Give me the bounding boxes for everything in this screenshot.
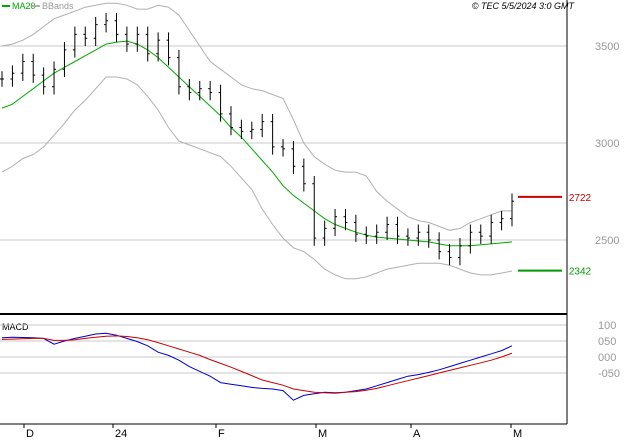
x-tick-label: 24 (115, 428, 127, 440)
stock-chart: MA20 BBands © TEC 5/5/2024 3:0 GMT 2722 2… (0, 0, 627, 440)
copyright-text: © TEC 5/5/2024 3:0 GMT (472, 1, 576, 11)
price-tick-label: 3000 (595, 138, 619, 150)
price-marker-label: 2722 (569, 193, 592, 204)
chart-background (0, 0, 627, 440)
x-tick-label: D (26, 428, 34, 440)
macd-tick-label: 000 (598, 352, 616, 364)
ma20-legend-label: MA20 (12, 1, 36, 11)
price-marker-label: 2342 (569, 267, 592, 278)
macd-tick-label: -050 (598, 368, 620, 380)
x-tick-label: M (318, 428, 327, 440)
macd-tick-label: 100 (598, 320, 616, 332)
x-tick-label: M (513, 428, 522, 440)
price-tick-label: 3500 (595, 41, 619, 53)
price-tick-label: 2500 (595, 235, 619, 247)
x-tick-label: A (413, 428, 421, 440)
macd-tick-label: 050 (598, 336, 616, 348)
macd-label: MACD (2, 322, 29, 332)
bbands-legend-label: BBands (42, 1, 74, 11)
x-tick-label: F (218, 428, 225, 440)
